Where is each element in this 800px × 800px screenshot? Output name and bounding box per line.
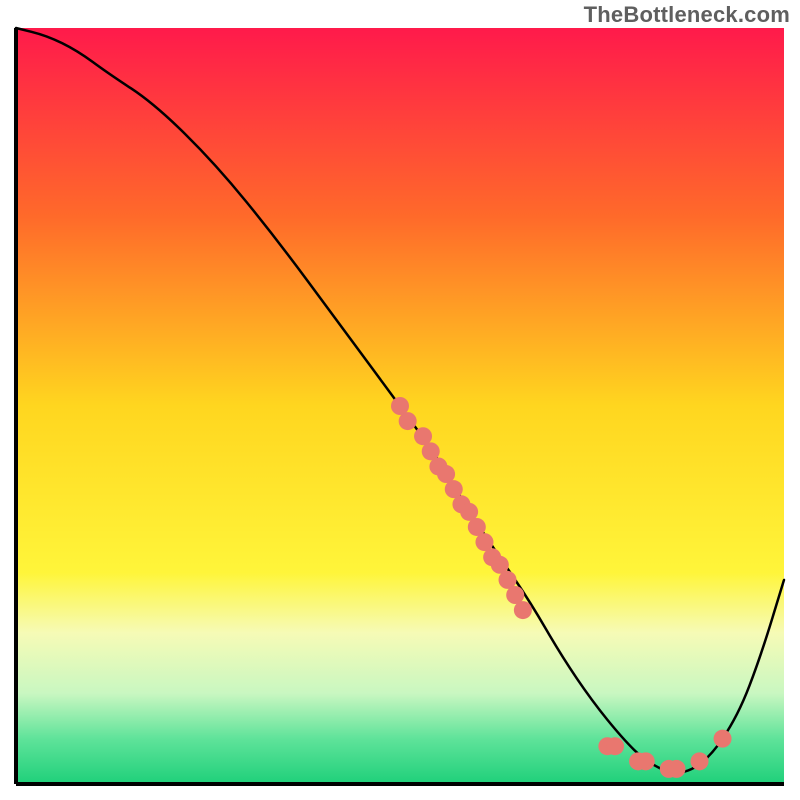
data-marker (606, 737, 624, 755)
data-marker (667, 760, 685, 778)
attribution-label: TheBottleneck.com (584, 2, 790, 28)
data-marker (691, 752, 709, 770)
data-marker (637, 752, 655, 770)
plot-area (14, 26, 786, 786)
chart-container: TheBottleneck.com (0, 0, 800, 800)
chart-svg (14, 26, 786, 786)
data-marker (399, 412, 417, 430)
data-marker (714, 730, 732, 748)
data-marker (514, 601, 532, 619)
